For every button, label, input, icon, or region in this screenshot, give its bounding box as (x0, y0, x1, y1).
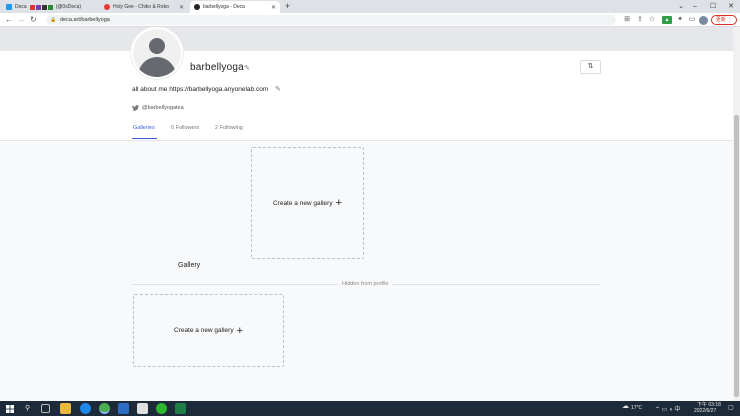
lock-icon: 🔒 (50, 17, 57, 23)
color-square-icon (35, 4, 41, 10)
edit-username-icon[interactable]: ✎ (244, 64, 250, 72)
edit-bio-icon[interactable]: ✎ (275, 85, 281, 93)
create-hidden-gallery-card[interactable]: Create a new gallery + (133, 294, 284, 367)
avatar-placeholder-head (149, 38, 165, 54)
close-tab-icon[interactable]: ✕ (271, 4, 276, 11)
clock-time[interactable]: 下午 03:18 (697, 401, 721, 408)
bookmark-star-icon[interactable]: ☆ (648, 16, 656, 24)
twitter-handle: @barbellyogatea (142, 105, 184, 111)
weather-icon: ☁ (622, 403, 629, 410)
tab-followers[interactable]: 0 Followers (171, 125, 199, 131)
excel-icon[interactable] (175, 403, 186, 414)
app-icon[interactable] (137, 403, 148, 414)
browser-toolbar: ← → ↻ 🔒 deca.art/barbellyoga ⊞ ⇪ ☆ ▲ ✦ ▭… (0, 13, 740, 27)
avatar[interactable] (131, 27, 183, 79)
username: barbellyoga (190, 62, 244, 73)
weather-temperature[interactable]: 17°C (631, 405, 642, 411)
forward-button[interactable]: → (17, 14, 25, 26)
plus-icon: + (335, 197, 343, 209)
tab-label: Deca (15, 4, 27, 10)
address-bar[interactable]: 🔒 deca.art/barbellyoga (46, 15, 616, 25)
extension-icon[interactable]: ▲ (662, 16, 672, 24)
system-tray-icons[interactable]: ⌃ ▭ ◖ 中 (655, 404, 680, 413)
maximize-button[interactable]: ☐ (704, 0, 722, 13)
browser-tab-holy-gee[interactable]: Holy Gee - Chiko & Roko ✕ (100, 1, 188, 13)
minimize-button[interactable]: – (686, 0, 704, 13)
active-tab-indicator (132, 138, 157, 139)
new-tab-button[interactable]: + (285, 1, 290, 11)
close-tab-icon[interactable]: ✕ (179, 4, 184, 11)
tab-following[interactable]: 2 Following (215, 125, 243, 131)
gallery-title: Gallery (178, 262, 201, 269)
page-scrollbar[interactable] (733, 27, 740, 401)
chrome-icon[interactable] (99, 403, 110, 414)
edge-icon[interactable] (80, 403, 91, 414)
twitter-favicon-icon (6, 4, 12, 10)
cover-banner (0, 27, 733, 51)
extensions-puzzle-icon[interactable]: ✦ (676, 16, 684, 24)
share-icon[interactable]: ⇪ (636, 16, 644, 24)
tab-label: (@0xDeca) (55, 4, 82, 10)
notification-icon[interactable]: ▢ (728, 404, 734, 411)
tab-label: Holy Gee - Chiko & Roko (113, 4, 169, 10)
wechat-icon[interactable] (156, 403, 167, 414)
profile-avatar-icon[interactable] (699, 16, 708, 25)
taskbar: ⚲ ☁ 17°C ⌃ ▭ ◖ 中 下午 03:18 2022/6/27 ▢ (0, 401, 740, 416)
search-icon[interactable]: ⚲ (25, 404, 30, 412)
task-view-icon[interactable] (41, 404, 50, 413)
create-gallery-label: Create a new gallery (173, 327, 234, 334)
address-text: deca.art/barbellyoga (60, 17, 110, 23)
back-button[interactable]: ← (5, 14, 13, 26)
tab-label: barbellyoga - Deca (203, 4, 245, 10)
plus-icon: + (236, 324, 244, 337)
sort-button[interactable]: ⇅ (580, 60, 601, 74)
file-explorer-icon[interactable] (60, 403, 71, 414)
update-button[interactable]: 更新 ⋮ (711, 15, 737, 25)
color-square-icon (47, 4, 53, 10)
browser-tab-deca[interactable]: Deca (@0xDeca) (2, 1, 100, 13)
windows-start-icon[interactable] (6, 405, 14, 413)
color-square-icon (29, 4, 35, 10)
scrollbar-thumb[interactable] (734, 115, 739, 397)
reload-button[interactable]: ↻ (30, 14, 37, 26)
twitter-link[interactable]: @barbellyogatea (132, 105, 184, 111)
deca-favicon-icon (194, 4, 200, 10)
site-favicon-icon (104, 4, 110, 10)
profile-tab-strip (0, 117, 733, 141)
tab-galleries[interactable]: Galleries (133, 125, 155, 131)
browser-tab-barbellyoga[interactable]: barbellyoga - Deca ✕ (190, 1, 280, 13)
store-icon[interactable] (118, 403, 129, 414)
profile-bio: all about me https://barbellyoga.anyonel… (132, 86, 269, 93)
clock-date[interactable]: 2022/6/27 (694, 408, 716, 414)
sidebar-icon[interactable]: ▭ (688, 16, 696, 24)
translate-icon[interactable]: ⊞ (623, 16, 631, 24)
twitter-icon (132, 105, 139, 111)
color-square-icon (41, 4, 47, 10)
create-gallery-label: Create a new gallery (272, 199, 333, 207)
create-gallery-card[interactable]: Create a new gallery + (251, 147, 364, 259)
page-content: barbellyoga ✎ ⇅ all about me https://bar… (0, 27, 733, 401)
browser-tab-bar: Deca (@0xDeca) Holy Gee - Chiko & Roko ✕… (0, 0, 740, 13)
close-window-button[interactable]: ✕ (722, 0, 740, 13)
hidden-from-profile-label: Hidden from profile (338, 281, 393, 287)
